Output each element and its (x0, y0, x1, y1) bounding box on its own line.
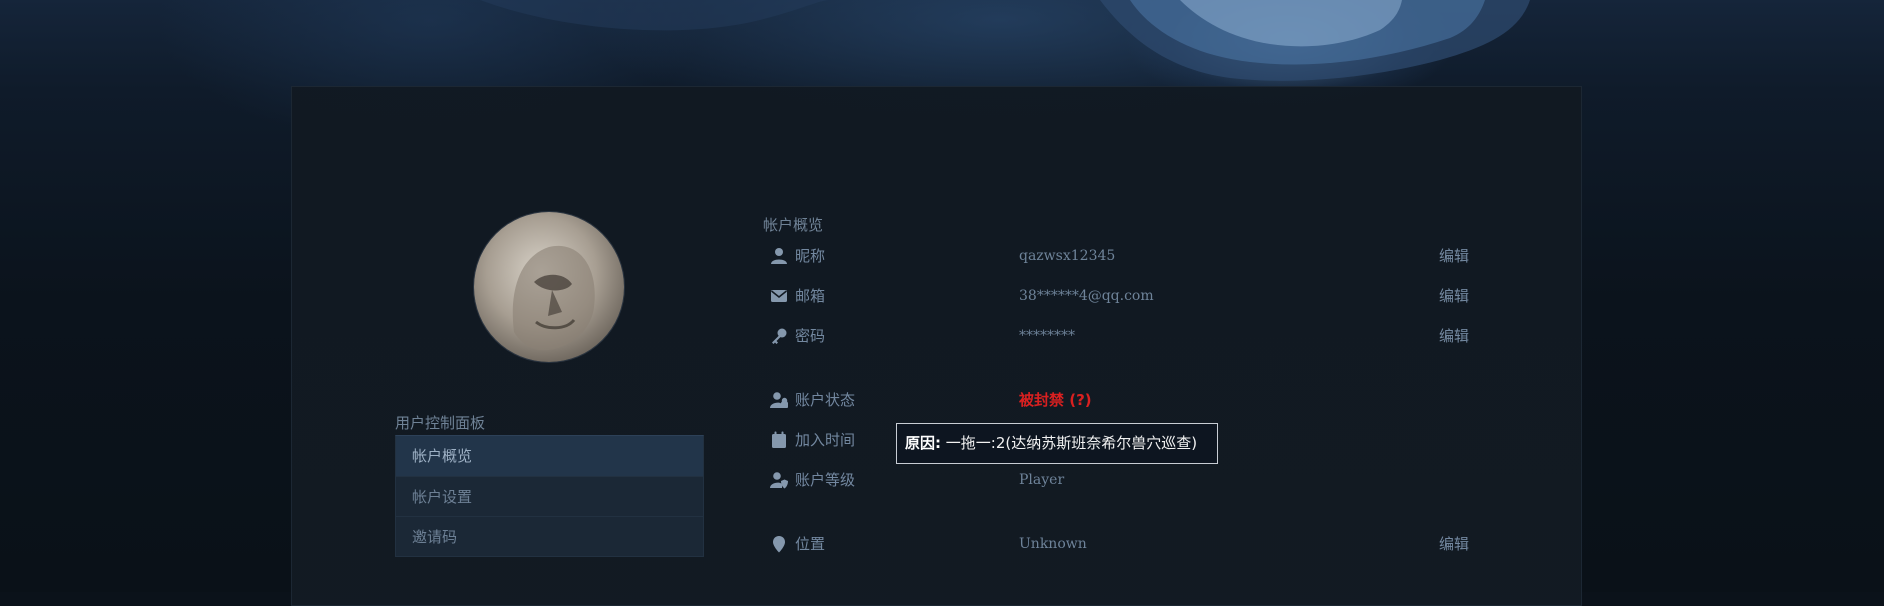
section-title: 帐户概览 (763, 216, 824, 234)
map-pin-icon (773, 536, 785, 553)
nickname-label: 昵称 (795, 247, 826, 265)
dragon-artwork (480, 0, 1530, 81)
tooltip-prefix: 原因: (905, 434, 941, 452)
edit-email-button[interactable]: 编辑 (1439, 284, 1469, 308)
edit-nickname-button[interactable]: 编辑 (1439, 244, 1469, 268)
sidebar-title: 用户控制面板 (395, 414, 486, 432)
account-level-value: Player (1019, 472, 1065, 488)
account-status-value[interactable]: 被封禁 (?) (1019, 388, 1092, 412)
tooltip-text: 一拖一:2(达纳苏斯班奈希尔兽穴巡查) (941, 434, 1198, 452)
calendar-icon (772, 431, 786, 448)
email-label: 邮箱 (795, 287, 826, 305)
user-shield-icon (770, 472, 788, 489)
edit-password-button[interactable]: 编辑 (1439, 324, 1469, 348)
join-date-label: 加入时间 (795, 431, 856, 449)
ban-reason-tooltip: 原因: 一拖一:2(达纳苏斯班奈希尔兽穴巡查) (896, 423, 1218, 464)
key-icon (772, 328, 787, 344)
account-status-label: 账户状态 (795, 391, 856, 409)
avatar-portrait-icon (512, 245, 595, 351)
password-value: ******** (1019, 328, 1075, 344)
password-label: 密码 (795, 327, 826, 345)
edit-location-button[interactable]: 编辑 (1439, 532, 1469, 556)
envelope-icon (771, 290, 787, 302)
location-label: 位置 (795, 535, 826, 553)
account-level-label: 账户等级 (795, 471, 856, 489)
avatar[interactable] (474, 212, 624, 362)
location-value: Unknown (1019, 536, 1087, 552)
sidebar-item-account-settings[interactable]: 帐户设置 (395, 477, 704, 517)
nickname-value: qazwsx12345 (1019, 248, 1116, 264)
sidebar-item-account-overview[interactable]: 帐户概览 (395, 435, 704, 477)
sidebar-item-invite-code[interactable]: 邀请码 (395, 517, 704, 557)
user-icon (771, 248, 787, 264)
email-value: 38******4@qq.com (1019, 288, 1154, 304)
user-lock-icon (770, 392, 788, 408)
sidebar-menu: 帐户概览 帐户设置 邀请码 (395, 435, 704, 557)
